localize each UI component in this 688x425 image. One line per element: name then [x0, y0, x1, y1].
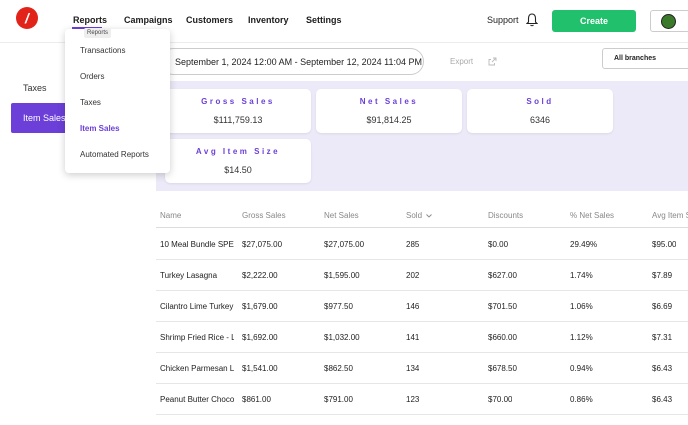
table-cell: $95.00: [652, 240, 677, 249]
create-button[interactable]: Create: [552, 10, 636, 32]
table-cell: 134: [406, 364, 420, 373]
support-link[interactable]: Support: [487, 15, 519, 25]
table-cell: $791.00: [324, 395, 353, 404]
stats-panel: Gross Sales $111,759.13 Net Sales $91,81…: [156, 81, 688, 191]
menu-item-automated-reports[interactable]: Automated Reports: [80, 150, 149, 159]
table-row[interactable]: Chicken Parmesan Lar $1,541.00 $862.50 134 $…: [156, 353, 688, 384]
reports-tooltip: Reports: [84, 28, 112, 38]
nav-settings[interactable]: Settings: [306, 15, 342, 25]
table-cell: Peanut Butter Chocolá: [160, 395, 234, 404]
table-cell: 29.49%: [570, 240, 598, 249]
stat-card-net-sales: Net Sales $91,814.25: [316, 89, 462, 133]
table-row[interactable]: Shrimp Fried Rice - La $1,692.00 $1,032.00…: [156, 322, 688, 353]
table-cell: $7.89: [652, 271, 673, 280]
table-cell: 0.86%: [570, 395, 593, 404]
table-cell: $861.00: [242, 395, 271, 404]
export-button[interactable]: Export: [450, 57, 473, 66]
table-cell: 0.94%: [570, 364, 593, 373]
column-header-discounts[interactable]: Discounts: [488, 211, 523, 220]
menu-item-item-sales[interactable]: Item Sales: [80, 124, 120, 133]
column-header-name[interactable]: Name: [160, 211, 181, 220]
chevron-down-icon: [426, 214, 433, 218]
table-cell: $1,679.00: [242, 302, 278, 311]
external-link-icon[interactable]: [488, 57, 497, 66]
table-cell: $678.50: [488, 364, 517, 373]
stat-value: $91,814.25: [366, 115, 412, 125]
column-header-gross-sales[interactable]: Gross Sales: [242, 211, 286, 220]
table-row[interactable]: Peanut Butter Chocolá $861.00 $791.00 123 $7…: [156, 384, 688, 415]
sidebar-item-item-sales[interactable]: Item Sales: [11, 103, 71, 133]
nav-customers[interactable]: Customers: [186, 15, 233, 25]
table-cell: $7.31: [652, 333, 673, 342]
menu-item-taxes[interactable]: Taxes: [80, 98, 101, 107]
brand-logo-icon[interactable]: /: [16, 7, 38, 29]
table-cell: 1.06%: [570, 302, 593, 311]
table-cell: $660.00: [488, 333, 517, 342]
table-cell: $862.50: [324, 364, 353, 373]
account-menu-button[interactable]: [650, 10, 688, 32]
table-cell: Shrimp Fried Rice - La: [160, 333, 234, 342]
table-row[interactable]: Turkey Lasagna $2,222.00 $1,595.00 202 $627.…: [156, 260, 688, 291]
column-header-sold[interactable]: Sold: [406, 211, 433, 220]
table-cell: $1,692.00: [242, 333, 278, 342]
table-cell: $1,032.00: [324, 333, 360, 342]
table-cell: 285: [406, 240, 420, 249]
table-cell: Cilantro Lime Turkey L: [160, 302, 234, 311]
nav-inventory[interactable]: Inventory: [248, 15, 289, 25]
stat-label: Gross Sales: [201, 97, 275, 106]
table-header: Name Gross Sales Net Sales Sold Discount…: [156, 204, 688, 228]
column-header-pct-net-sales[interactable]: % Net Sales: [570, 211, 614, 220]
stat-label: Avg Item Size: [195, 147, 281, 156]
table-cell: $1,595.00: [324, 271, 360, 280]
table-cell: $627.00: [488, 271, 517, 280]
bell-icon[interactable]: [526, 13, 538, 27]
table-cell: 1.74%: [570, 271, 593, 280]
nav-reports[interactable]: Reports: [73, 15, 107, 25]
nav-campaigns[interactable]: Campaigns: [124, 15, 173, 25]
table-row[interactable]: 10 Meal Bundle SPECI $27,075.00 $27,075.00…: [156, 229, 688, 260]
stat-value: $14.50: [224, 165, 252, 175]
table-cell: $6.43: [652, 364, 673, 373]
table-cell: $70.00: [488, 395, 513, 404]
stat-card-gross-sales: Gross Sales $111,759.13: [165, 89, 311, 133]
table-cell: $2,222.00: [242, 271, 278, 280]
table-cell: $0.00: [488, 240, 509, 249]
reports-dropdown-menu: Transactions Orders Taxes Item Sales Aut…: [65, 29, 170, 173]
menu-item-orders[interactable]: Orders: [80, 72, 104, 81]
table-cell: 123: [406, 395, 420, 404]
stat-value: 6346: [529, 115, 551, 125]
table-cell: 146: [406, 302, 420, 311]
table-cell: $6.43: [652, 395, 673, 404]
table-cell: $27,075.00: [324, 240, 365, 249]
date-range-picker[interactable]: September 1, 2024 12:00 AM - September 1…: [160, 48, 424, 75]
column-header-sold-label: Sold: [406, 211, 423, 220]
table-cell: $701.50: [488, 302, 517, 311]
branch-select[interactable]: All branches: [602, 48, 688, 69]
stat-label: Net Sales: [359, 97, 419, 106]
table-row[interactable]: Cilantro Lime Turkey L $1,679.00 $977.50 14…: [156, 291, 688, 322]
menu-item-transactions[interactable]: Transactions: [80, 46, 126, 55]
table-cell: $1,541.00: [242, 364, 278, 373]
table-cell: $977.50: [324, 302, 353, 311]
table-cell: 202: [406, 271, 420, 280]
column-header-net-sales[interactable]: Net Sales: [324, 211, 359, 220]
column-header-avg-item-size[interactable]: Avg Item S: [652, 211, 688, 220]
table-cell: 1.12%: [570, 333, 593, 342]
table-cell: Chicken Parmesan Lar: [160, 364, 234, 373]
sidebar-item-taxes[interactable]: Taxes: [23, 83, 47, 93]
table-cell: $6.69: [652, 302, 673, 311]
table-cell: $27,075.00: [242, 240, 283, 249]
table-cell: Turkey Lasagna: [160, 271, 218, 280]
table-cell: 10 Meal Bundle SPECI: [160, 240, 234, 249]
stat-value: $111,759.13: [213, 115, 263, 125]
avatar: [661, 14, 676, 29]
table-cell: 141: [406, 333, 420, 342]
stat-card-avg-item-size: Avg Item Size $14.50: [165, 139, 311, 183]
stat-label: Sold: [526, 97, 554, 106]
stat-card-sold: Sold 6346: [467, 89, 613, 133]
